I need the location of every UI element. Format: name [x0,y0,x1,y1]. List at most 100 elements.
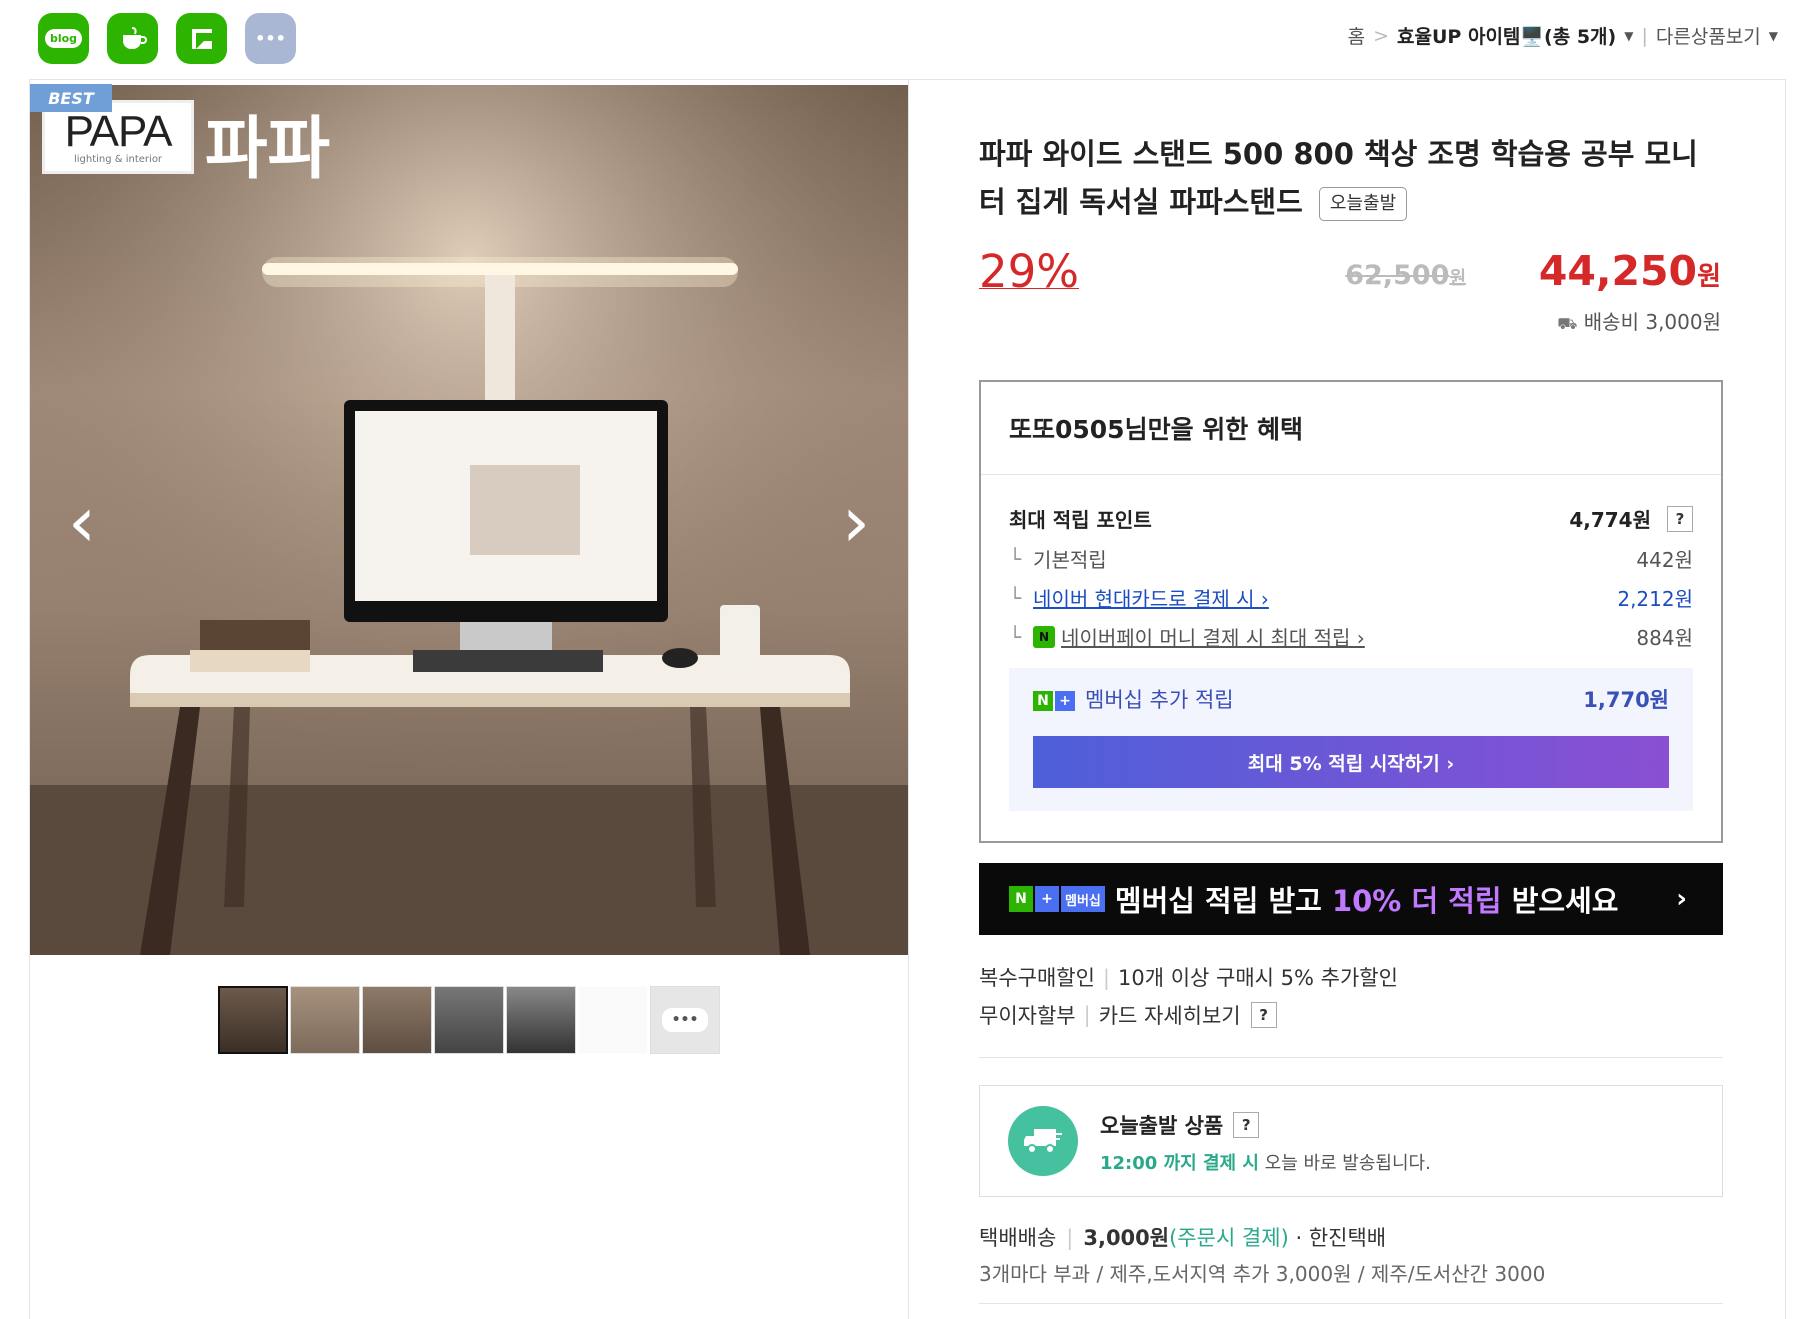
thumbnail-more[interactable]: ••• [650,986,720,1054]
discount-rate: 29% [979,245,1080,298]
shipping-fee-text: 배송비 3,000원 [1583,310,1721,334]
divider [981,474,1721,475]
cafe-share-button[interactable] [107,13,158,64]
membership-badge: 멤버십 [1061,886,1105,912]
sale-price-unit: 원 [1697,262,1721,292]
thumbnail-strip: ••• [218,986,720,1054]
today-ship-box: 오늘출발 상품? 12:00 까지 결제 시 오늘 바로 발송됩니다. [979,1085,1723,1197]
product-main-image[interactable]: PAPA lighting & interior 파파 [30,85,908,955]
delivery-extra: 3개마다 부과 / 제주,도서지역 추가 3,000원 / 제주/도서산간 30… [979,1262,1546,1286]
best-badge: BEST [30,84,112,112]
thumbnail[interactable] [218,986,288,1054]
installment-label: 무이자할부 [979,1004,1076,1028]
max-points-label: 최대 적립 포인트 [1009,508,1152,532]
original-price-value: 62,500 [1345,260,1450,291]
membership-banner[interactable]: N + 멤버십 멤버십 적립 받고 10% 더 적립 받으세요 › [979,863,1723,935]
max-points-value: 4,774원 [1569,508,1651,532]
truck-icon [1008,1106,1078,1176]
delivery-fee: 3,000원 [1083,1226,1170,1250]
original-price-unit: 원 [1449,268,1466,289]
indent-icon: └ [1009,624,1022,649]
banner-text-highlight: 10% 더 적립 [1331,884,1502,918]
multi-value: 10개 이상 구매시 5% 추가할인 [1118,966,1398,990]
points-row: └ 네이버 현대카드로 결제 시 › 2,212원 [1009,583,1693,612]
more-icon: ••• [255,29,286,48]
indent-icon: └ [1009,585,1022,610]
today-ship-desc-text: 오늘 바로 발송됩니다. [1258,1153,1431,1174]
divider [979,1303,1723,1304]
divider: | [1641,24,1648,47]
banner-text-c: 받으세요 [1501,884,1619,918]
banner-text-a: 멤버십 적립 받고 [1114,884,1332,918]
band-icon [191,28,212,49]
brand-korean-text: 파파 [205,110,331,189]
cafe-icon [122,26,147,49]
product-title: 파파 와이드 스탠드 500 800 책상 조명 학습용 공부 모니터 집게 독… [979,130,1721,226]
breadcrumb-home[interactable]: 홈 [1348,22,1365,49]
next-image-button[interactable]: › [826,482,886,562]
points-row: └ 기본적립 442원 [1009,544,1693,573]
help-icon[interactable]: ? [1233,1112,1260,1138]
breadcrumb-separator: > [1373,24,1390,47]
membership-panel: N + 멤버십 추가 적립 1,770원 최대 5% 적립 시작하기 › [1009,668,1693,811]
points-row-value: 884원 [1636,626,1693,650]
other-products-link[interactable]: 다른상품보기 [1656,22,1761,49]
thumbnail[interactable] [506,986,576,1054]
max-points-row: 최대 적립 포인트 4,774원? [1009,504,1693,533]
brand-logo-text: PAPA [64,106,173,156]
npay-icon: N [1033,625,1056,648]
points-row: └ N 네이버페이 머니 결제 시 최대 적립 › 884원 [1009,622,1693,651]
multi-label: 복수구매할인 [979,966,1095,990]
more-icon: ••• [661,1008,709,1032]
thumbnail[interactable] [578,986,648,1054]
more-share-button[interactable]: ••• [245,13,296,64]
delivery-method: 택배배송 [979,1226,1057,1250]
today-ship-desc: 12:00 까지 결제 시 오늘 바로 발송됩니다. [1100,1149,1431,1175]
today-ship-title: 오늘출발 상품 [1100,1114,1224,1138]
divider [979,1057,1723,1058]
blog-share-button[interactable]: blog [38,13,89,64]
card-detail-link[interactable]: 카드 자세히보기 [1099,1000,1241,1030]
sale-price: 44,250원 [1539,247,1721,295]
indent-icon: └ [1009,546,1022,571]
multi-purchase-discount: 복수구매할인 | 10개 이상 구매시 5% 추가할인 [979,966,1398,990]
hyundai-card-link[interactable]: 네이버 현대카드로 결제 시 › [1033,583,1269,612]
points-row-value: 442원 [1636,548,1693,572]
today-ship-tag: 오늘출발 [1318,187,1408,221]
membership-start-button[interactable]: 최대 5% 적립 시작하기 › [1033,736,1669,788]
chevron-down-icon[interactable]: ▼ [1769,29,1778,43]
original-price: 62,500원 [1345,260,1466,291]
band-share-button[interactable] [176,13,227,64]
column-divider [908,79,909,1319]
help-icon[interactable]: ? [1667,505,1693,532]
chevron-down-icon[interactable]: ▼ [1624,29,1633,43]
today-ship-time: 12:00 까지 결제 시 [1100,1153,1259,1174]
brand-logo-subtext: lighting & interior [73,153,163,165]
breadcrumb: 홈 > 효율UP 아이템🖥️(총 5개) ▼ | 다른상품보기 ▼ [1348,22,1778,49]
sale-price-value: 44,250 [1538,247,1698,295]
benefit-heading: 또또0505님만을 위한 혜택 [1009,415,1303,444]
thumbnail[interactable] [434,986,504,1054]
chevron-right-icon: › [1676,884,1687,914]
npay-money-link[interactable]: 네이버페이 머니 결제 시 최대 적립 › [1061,622,1365,651]
thumbnail[interactable] [290,986,360,1054]
delivery-note: (주문시 결제) [1169,1226,1289,1250]
thumbnail[interactable] [362,986,432,1054]
naver-plus-icon: N + 멤버십 [1009,886,1105,912]
delivery-courier: · 한진택배 [1295,1226,1387,1250]
membership-value: 1,770원 [1583,688,1669,712]
product-photo [30,85,908,955]
naver-plus-icon: N + [1033,691,1075,711]
prev-image-button[interactable]: ‹ [52,482,112,562]
delivery-info: 택배배송 | 3,000원(주문시 결제) · 한진택배 [979,1226,1387,1250]
points-row-value: 2,212원 [1617,587,1693,611]
membership-label: 멤버십 추가 적립 [1085,688,1234,712]
points-row-label: 기본적립 [1033,548,1107,572]
breadcrumb-category[interactable]: 효율UP 아이템🖥️(총 5개) [1397,22,1616,49]
truck-icon: ⛟ [1557,314,1578,333]
benefit-box: 또또0505님만을 위한 혜택 최대 적립 포인트 4,774원? └ 기본적립 … [979,380,1723,843]
shipping-fee: ⛟ 배송비 3,000원 [1557,306,1721,335]
help-icon[interactable]: ? [1250,1002,1277,1028]
blog-icon: blog [44,29,83,48]
installment-info: 무이자할부 | 카드 자세히보기? [979,1000,1277,1030]
